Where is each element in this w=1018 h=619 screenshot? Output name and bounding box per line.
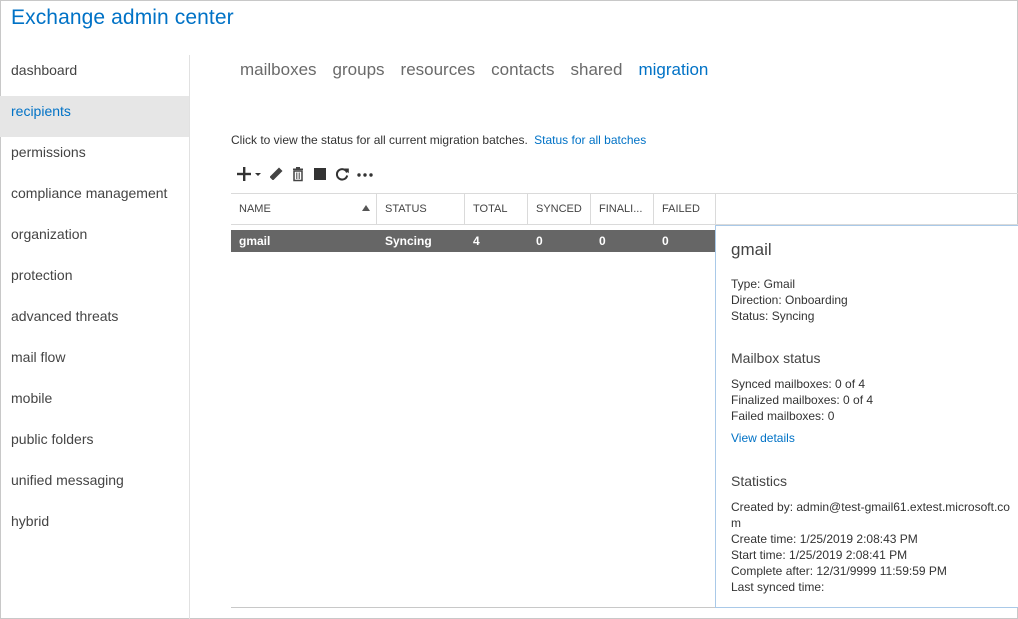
sidebar-item-hybrid[interactable]: hybrid [0,506,189,547]
create-time: Create time: 1/25/2019 2:08:43 PM [731,532,918,546]
details-direction: Direction: Onboarding [731,293,848,307]
sidebar: dashboard recipients permissions complia… [0,55,190,619]
tab-contacts[interactable]: contacts [491,60,554,80]
sidebar-item-protection[interactable]: protection [0,260,189,301]
cell-failed: 0 [662,234,669,248]
more-icon [357,173,373,177]
column-header-status[interactable]: STATUS [377,194,465,224]
complete-after: Complete after: 12/31/9999 11:59:59 PM [731,564,947,578]
more-button[interactable] [356,163,374,185]
finalized-mailboxes: Finalized mailboxes: 0 of 4 [731,393,874,407]
sidebar-item-advanced-threats[interactable]: advanced threats [0,301,189,342]
toolbar [236,163,380,185]
app-title: Exchange admin center [11,6,234,29]
delete-icon [293,167,303,182]
details-title: gmail [731,240,772,259]
sidebar-item-unified-messaging[interactable]: unified messaging [0,465,189,506]
start-time: Start time: 1/25/2019 2:08:41 PM [731,548,908,562]
tab-mailboxes[interactable]: mailboxes [240,60,317,80]
column-header-name[interactable]: NAME [231,194,377,224]
migration-grid-header: NAME STATUS TOTAL SYNCED FINALI... FAILE… [231,193,1018,225]
refresh-button[interactable] [334,163,350,185]
stop-icon [314,168,326,180]
statistics-heading: Statistics [731,473,788,489]
view-details-link[interactable]: View details [731,431,795,445]
migration-info-text: Click to view the status for all current… [231,133,528,147]
status-all-batches-link[interactable]: Status for all batches [534,133,646,147]
migration-info: Click to view the status for all current… [231,133,646,147]
column-header-failed[interactable]: FAILED [654,194,716,224]
tab-shared[interactable]: shared [570,60,622,80]
created-by: Created by: admin@test-gmail61.extest.mi… [731,500,1010,530]
cell-status: Syncing [385,234,432,248]
stop-button[interactable] [312,163,328,185]
sort-ascending-icon [362,205,370,211]
recipient-tabs: mailboxes groups resources contacts shar… [240,60,708,80]
cell-synced: 0 [536,234,543,248]
tab-groups[interactable]: groups [333,60,385,80]
column-header-finalized[interactable]: FINALI... [591,194,654,224]
cell-finalized: 0 [599,234,606,248]
sidebar-item-permissions[interactable]: permissions [0,137,189,178]
column-header-synced[interactable]: SYNCED [528,194,591,224]
failed-mailboxes: Failed mailboxes: 0 [731,409,835,423]
refresh-icon [335,168,349,181]
sidebar-item-recipients[interactable]: recipients [0,96,189,137]
last-synced-time: Last synced time: [731,580,825,594]
sidebar-item-dashboard[interactable]: dashboard [0,55,189,96]
sidebar-item-compliance-management[interactable]: compliance management [0,178,189,219]
add-icon [237,167,251,181]
delete-button[interactable] [290,163,306,185]
details-status: Status: Syncing [731,309,815,323]
mailbox-status-heading: Mailbox status [731,350,821,366]
cell-name: gmail [239,234,271,248]
edit-button[interactable] [268,163,284,185]
column-header-name-label: NAME [239,203,271,215]
sidebar-item-public-folders[interactable]: public folders [0,424,189,465]
tab-resources[interactable]: resources [401,60,476,80]
cell-total: 4 [473,234,480,248]
table-row[interactable]: gmail Syncing 4 0 0 0 [231,230,716,252]
details-type: Type: Gmail [731,277,796,291]
sidebar-item-mobile[interactable]: mobile [0,383,189,424]
edit-icon [270,167,283,180]
dropdown-arrow-icon [255,173,261,176]
synced-mailboxes: Synced mailboxes: 0 of 4 [731,377,866,391]
add-button[interactable] [236,163,262,185]
tab-migration[interactable]: migration [638,60,708,80]
details-pane: gmail Type: Gmail Direction: Onboarding … [715,225,1018,608]
column-header-total[interactable]: TOTAL [465,194,528,224]
sidebar-item-organization[interactable]: organization [0,219,189,260]
sidebar-item-mail-flow[interactable]: mail flow [0,342,189,383]
